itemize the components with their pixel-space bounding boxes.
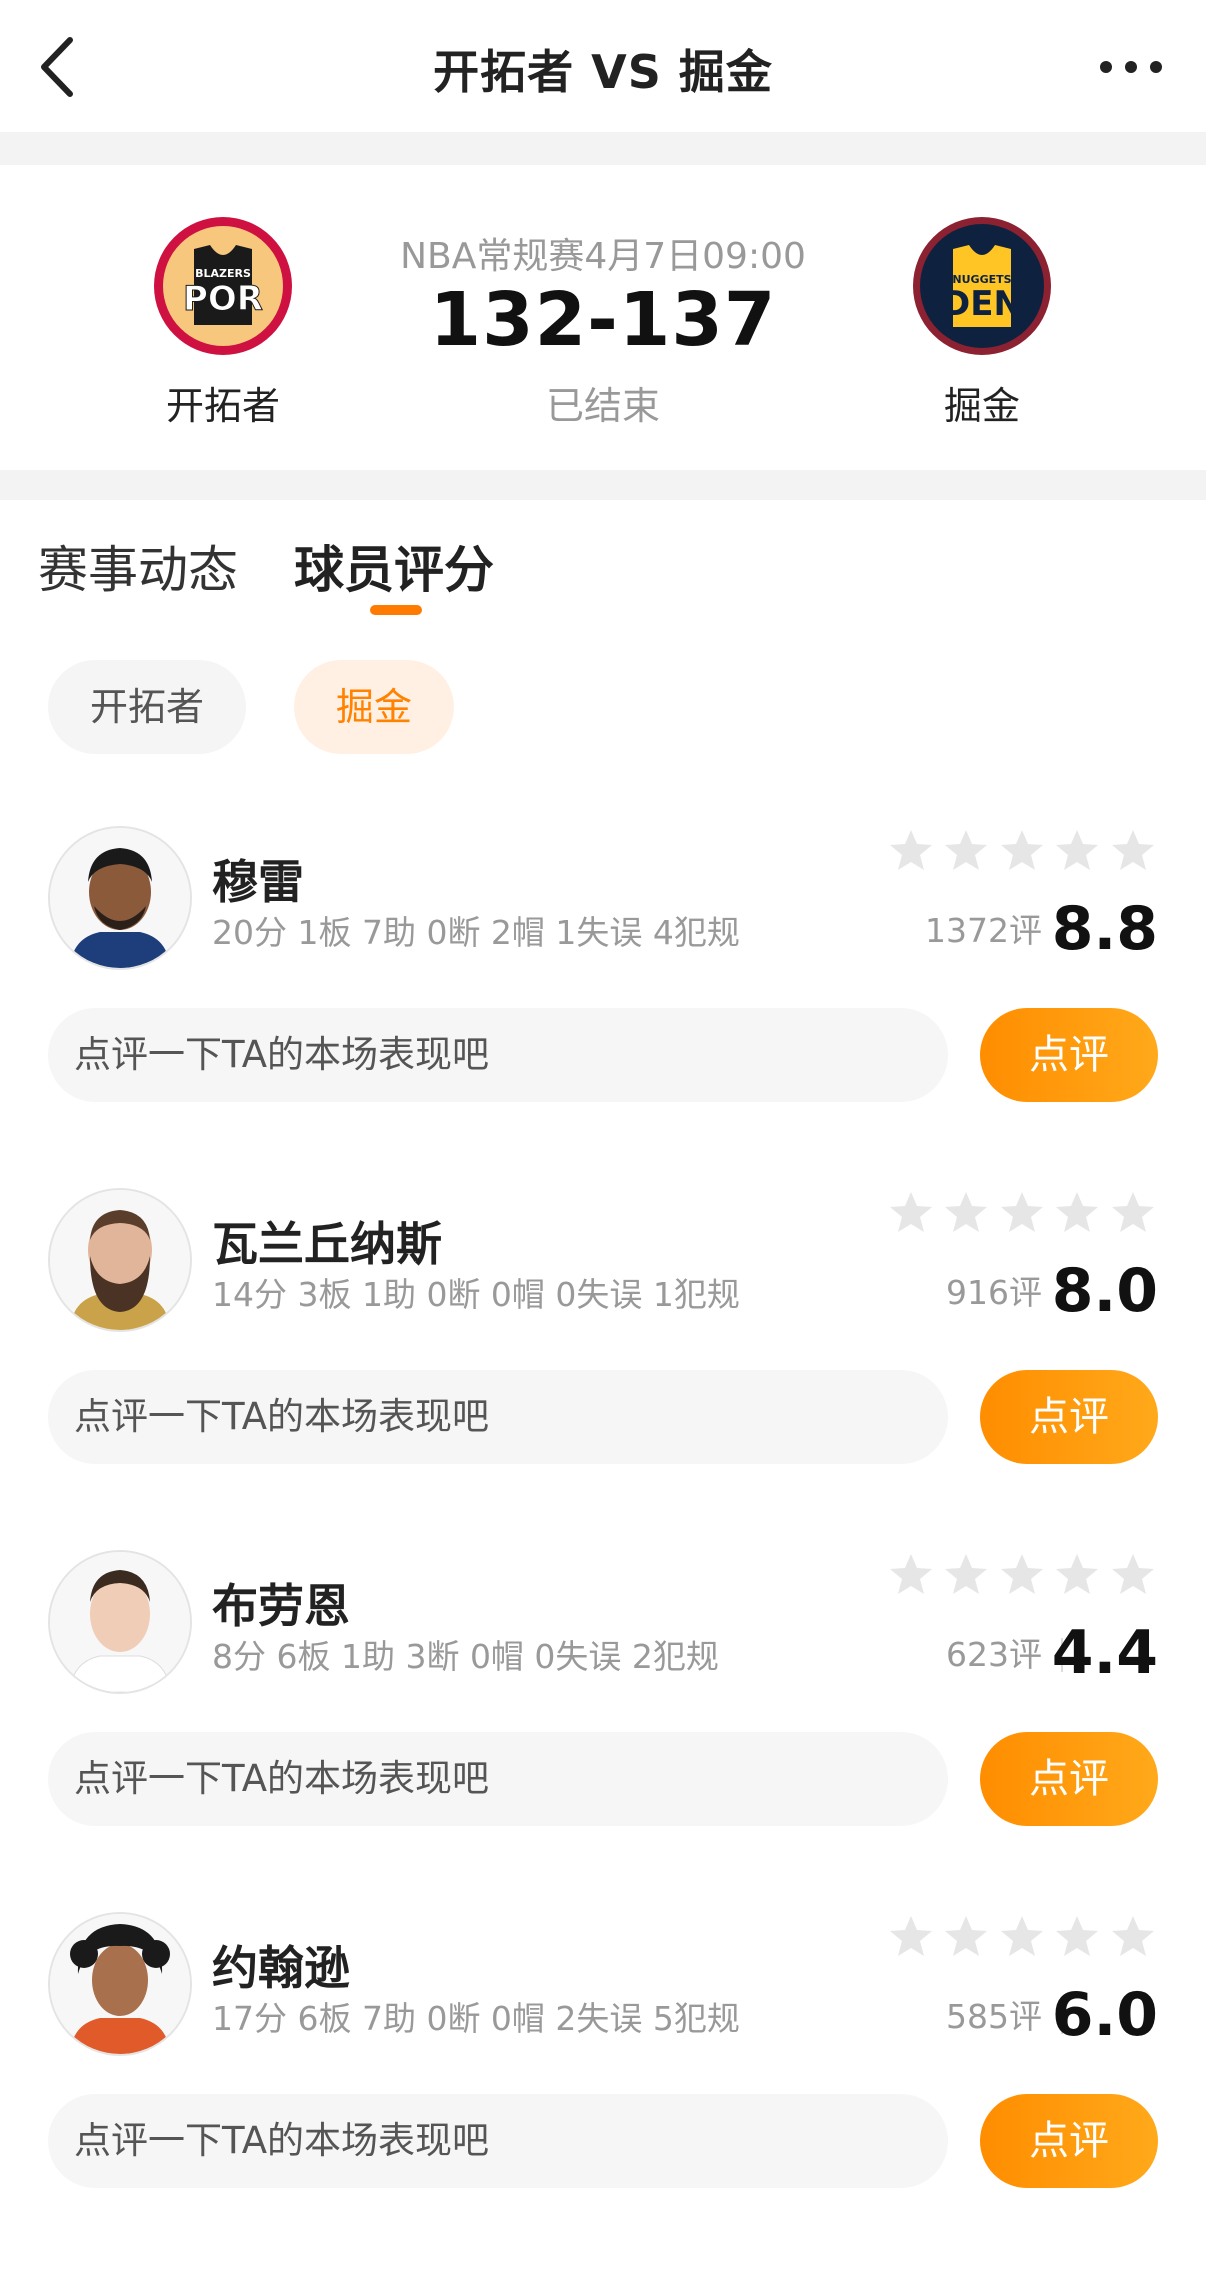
star-rating-input[interactable]	[888, 1190, 1158, 1236]
rate-button[interactable]: 点评	[980, 1732, 1158, 1826]
player-rating: 8.0	[1051, 1256, 1158, 1326]
player-name: 瓦兰丘纳斯	[212, 1217, 442, 1271]
star-icon	[945, 1554, 987, 1594]
comment-input[interactable]: 点评一下TA的本场表现吧	[48, 1732, 948, 1826]
player-avatar[interactable]	[48, 1912, 192, 2056]
rating-count: 623评	[946, 1635, 1042, 1674]
star-rating-input[interactable]	[888, 1914, 1158, 1960]
star-icon	[890, 1916, 932, 1956]
star-icon	[890, 830, 932, 870]
divider	[0, 132, 1206, 165]
star-icon	[1112, 830, 1154, 870]
rate-button[interactable]: 点评	[980, 1008, 1158, 1102]
player-stats: 17分 6板 7助 0断 0帽 2失误 5犯规	[212, 1999, 740, 2038]
star-icon	[945, 1192, 987, 1232]
nuggets-logo[interactable]: NUGGETS DEN	[911, 215, 1053, 357]
tab-player-ratings[interactable]: 球员评分	[294, 530, 494, 602]
away-team-name: 掘金	[943, 384, 1020, 428]
star-icon	[1112, 1916, 1154, 1956]
player-card: 穆雷 20分 1板 7助 0断 2帽 1失误 4犯规 1372评 8.8 点评一…	[0, 826, 1206, 1186]
player-name: 穆雷	[212, 855, 304, 909]
match-header: BLAZERS POR 开拓者 NBA常规赛4月7日09:00 132-137 …	[0, 165, 1206, 470]
rate-button[interactable]: 点评	[980, 2094, 1158, 2188]
player-card: 约翰逊 17分 6板 7助 0断 0帽 2失误 5犯规 585评 6.0 点评一…	[0, 1912, 1206, 2272]
star-icon	[1001, 1192, 1043, 1232]
player-card: 布劳恩 8分 6板 1助 3断 0帽 0失误 2犯规 623评 4.4 点评一下…	[0, 1550, 1206, 1910]
player-name: 布劳恩	[212, 1579, 350, 1633]
nav-bar: 开拓者 VS 掘金	[0, 0, 1206, 132]
comment-input[interactable]: 点评一下TA的本场表现吧	[48, 2094, 948, 2188]
star-rating-input[interactable]	[888, 828, 1158, 874]
comment-input[interactable]: 点评一下TA的本场表现吧	[48, 1008, 948, 1102]
rating-count: 585评	[946, 1997, 1042, 2036]
page-title: 开拓者 VS 掘金	[433, 45, 773, 99]
player-rating: 6.0	[1051, 1980, 1158, 2050]
comment-input[interactable]: 点评一下TA的本场表现吧	[48, 1370, 948, 1464]
more-icon[interactable]	[1096, 52, 1166, 82]
star-icon	[1112, 1192, 1154, 1232]
star-icon	[1056, 1554, 1098, 1594]
star-icon	[1056, 830, 1098, 870]
divider	[0, 470, 1206, 500]
star-icon	[890, 1554, 932, 1594]
rate-button[interactable]: 点评	[980, 1370, 1158, 1464]
rating-count: 916评	[946, 1273, 1042, 1312]
star-icon	[890, 1192, 932, 1232]
filter-chip-nuggets[interactable]: 掘金	[294, 660, 454, 754]
active-tab-indicator	[370, 605, 422, 615]
star-icon	[945, 830, 987, 870]
star-icon	[1001, 1554, 1043, 1594]
svg-text:DEN: DEN	[942, 284, 1022, 324]
player-avatar[interactable]	[48, 1550, 192, 1694]
player-stats: 20分 1板 7助 0断 2帽 1失误 4犯规	[212, 913, 740, 952]
star-icon	[945, 1916, 987, 1956]
player-stats: 14分 3板 1助 0断 0帽 0失误 1犯规	[212, 1275, 740, 1314]
star-icon	[1112, 1554, 1154, 1594]
player-rating: 4.4	[1051, 1618, 1158, 1688]
tab-match-feed[interactable]: 赛事动态	[38, 530, 238, 602]
star-icon	[1001, 830, 1043, 870]
player-name: 约翰逊	[212, 1941, 350, 1995]
player-avatar[interactable]	[48, 826, 192, 970]
player-avatar[interactable]	[48, 1188, 192, 1332]
tab-bar: 赛事动态 球员评分	[0, 500, 1206, 630]
star-icon	[1056, 1192, 1098, 1232]
star-rating-input[interactable]	[888, 1552, 1158, 1598]
rating-count: 1372评	[925, 911, 1042, 950]
player-stats: 8分 6板 1助 3断 0帽 0失误 2犯规	[212, 1637, 719, 1676]
player-rating: 8.8	[1051, 894, 1158, 964]
filter-chip-blazers[interactable]: 开拓者	[48, 660, 246, 754]
player-card: 瓦兰丘纳斯 14分 3板 1助 0断 0帽 0失误 1犯规 916评 8.0 点…	[0, 1188, 1206, 1548]
star-icon	[1056, 1916, 1098, 1956]
star-icon	[1001, 1916, 1043, 1956]
